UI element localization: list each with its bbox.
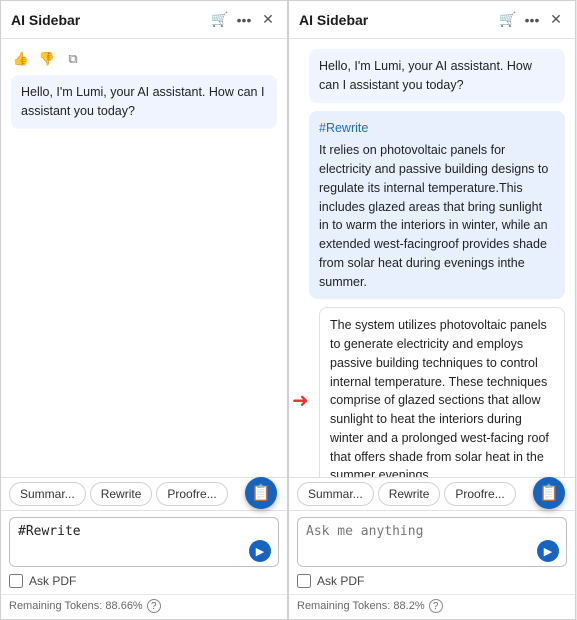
copy-icon[interactable]: ⧉ [63, 49, 83, 69]
right-input-area: ▶ Ask PDF [289, 510, 575, 594]
right-response-row: ➜ The system utilizes photovoltaic panel… [319, 307, 565, 477]
right-ask-pdf-checkbox[interactable] [297, 574, 311, 588]
left-summarize-btn[interactable]: Summar... [9, 482, 86, 506]
left-message-actions: 👍 👎 ⧉ [11, 49, 277, 69]
left-send-button[interactable]: ▶ [249, 540, 271, 562]
left-proofread-btn[interactable]: Proofre... [156, 482, 227, 506]
right-ai-greeting: Hello, I'm Lumi, your AI assistant. How … [309, 49, 565, 103]
more-icon[interactable]: ••• [235, 11, 253, 29]
right-send-icon: ▶ [544, 545, 552, 558]
right-doc-icon: 📋 [539, 483, 559, 503]
right-doc-fab[interactable]: 📋 [533, 477, 565, 509]
cart-icon[interactable]: 🛒 [211, 11, 229, 29]
doc-icon: 📋 [251, 483, 271, 503]
left-panel-header: AI Sidebar 🛒 ••• ✕ [1, 1, 287, 39]
left-panel-content: 👍 👎 ⧉ Hello, I'm Lumi, your AI assistant… [1, 39, 287, 477]
right-send-button[interactable]: ▶ [537, 540, 559, 562]
left-ai-greeting: Hello, I'm Lumi, your AI assistant. How … [11, 75, 277, 129]
right-panel-content: Hello, I'm Lumi, your AI assistant. How … [289, 39, 575, 477]
left-message-row: 👍 👎 ⧉ Hello, I'm Lumi, your AI assistant… [11, 49, 277, 129]
right-summarize-btn[interactable]: Summar... [297, 482, 374, 506]
right-greeting-row: Hello, I'm Lumi, your AI assistant. How … [309, 49, 565, 103]
thumbs-up-icon[interactable]: 👍 [11, 49, 31, 69]
right-more-icon[interactable]: ••• [523, 11, 541, 29]
send-icon: ▶ [256, 545, 264, 558]
thumbs-down-icon[interactable]: 👎 [37, 49, 57, 69]
right-rewrite-text: It relies on photovoltaic panels for ele… [319, 143, 548, 288]
right-rewrite-bubble: #Rewrite It relies on photovoltaic panel… [309, 111, 565, 300]
right-rewrite-label: #Rewrite [319, 119, 555, 138]
left-ask-pdf-checkbox[interactable] [9, 574, 23, 588]
right-footer-text: Remaining Tokens: 88.2% [297, 600, 425, 612]
left-footer: Remaining Tokens: 88.66% ? [1, 594, 287, 619]
left-ask-pdf-label: Ask PDF [29, 574, 76, 588]
right-input-wrapper: ▶ [297, 517, 567, 570]
right-panel: AI Sidebar 🛒 ••• ✕ Hello, I'm Lumi, your… [288, 0, 576, 620]
right-proofread-btn[interactable]: Proofre... [444, 482, 515, 506]
left-input-box[interactable]: #Rewrite [9, 517, 279, 567]
left-header-icons: 🛒 ••• ✕ [211, 11, 277, 29]
right-panel-header: AI Sidebar 🛒 ••• ✕ [289, 1, 575, 39]
left-footer-text: Remaining Tokens: 88.66% [9, 600, 143, 612]
close-icon[interactable]: ✕ [259, 11, 277, 29]
left-ask-pdf-row: Ask PDF [9, 574, 279, 588]
left-help-icon[interactable]: ? [147, 599, 161, 613]
left-doc-fab[interactable]: 📋 [245, 477, 277, 509]
right-input-box[interactable] [297, 517, 567, 567]
right-ask-pdf-row: Ask PDF [297, 574, 567, 588]
right-close-icon[interactable]: ✕ [547, 11, 565, 29]
left-panel-title: AI Sidebar [11, 12, 211, 28]
right-help-icon[interactable]: ? [429, 599, 443, 613]
left-input-wrapper: #Rewrite ▶ [9, 517, 279, 570]
right-footer: Remaining Tokens: 88.2% ? [289, 594, 575, 619]
right-cart-icon[interactable]: 🛒 [499, 11, 517, 29]
right-rewrite-row: #Rewrite It relies on photovoltaic panel… [309, 111, 565, 300]
right-panel-title: AI Sidebar [299, 12, 499, 28]
right-header-icons: 🛒 ••• ✕ [499, 11, 565, 29]
right-response-bubble: ➜ The system utilizes photovoltaic panel… [319, 307, 565, 477]
arrow-icon: ➜ [292, 386, 309, 416]
left-panel: AI Sidebar 🛒 ••• ✕ 👍 👎 ⧉ Hello, I'm Lumi… [0, 0, 288, 620]
left-rewrite-btn[interactable]: Rewrite [90, 482, 153, 506]
right-rewrite-btn[interactable]: Rewrite [378, 482, 441, 506]
right-response-text: The system utilizes photovoltaic panels … [330, 318, 549, 477]
right-ask-pdf-label: Ask PDF [317, 574, 364, 588]
left-input-area: #Rewrite ▶ Ask PDF [1, 510, 287, 594]
